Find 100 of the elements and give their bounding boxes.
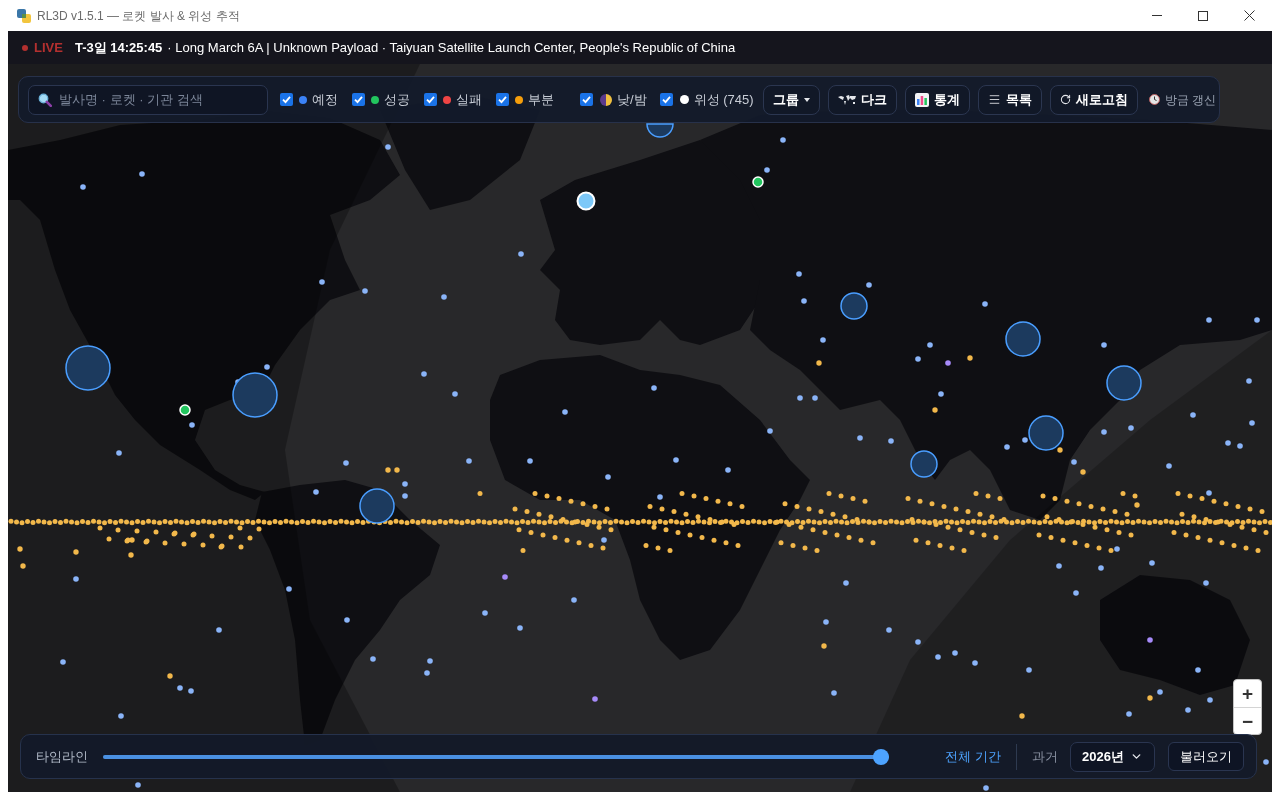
launch-marker[interactable] xyxy=(1073,590,1079,596)
cluster-marker[interactable] xyxy=(1028,415,1064,451)
launch-marker[interactable] xyxy=(286,586,292,592)
launch-marker[interactable] xyxy=(952,650,958,656)
checkbox[interactable] xyxy=(280,93,293,106)
launch-marker[interactable] xyxy=(866,282,872,288)
launch-marker[interactable] xyxy=(466,458,472,464)
launch-marker[interactable] xyxy=(482,610,488,616)
launch-marker[interactable] xyxy=(752,176,764,188)
cluster-marker[interactable] xyxy=(232,372,278,418)
satellite-marker[interactable] xyxy=(167,673,173,679)
launch-marker[interactable] xyxy=(796,271,802,277)
satellite-marker[interactable] xyxy=(17,546,23,552)
launch-marker[interactable] xyxy=(1126,711,1132,717)
checkbox[interactable] xyxy=(424,93,437,106)
launch-marker[interactable] xyxy=(812,395,818,401)
launch-marker[interactable] xyxy=(972,660,978,666)
satellite-marker[interactable] xyxy=(128,552,134,558)
launch-marker[interactable] xyxy=(571,597,577,603)
satellite-marker[interactable] xyxy=(385,467,391,473)
launch-marker[interactable] xyxy=(725,467,731,473)
launch-marker[interactable] xyxy=(562,409,568,415)
cluster-marker[interactable] xyxy=(1106,365,1142,401)
launch-marker[interactable] xyxy=(1022,437,1028,443)
launch-marker[interactable] xyxy=(820,337,826,343)
search-field[interactable]: 발사명 · 로켓 · 기관 검색 xyxy=(28,84,268,115)
launch-marker[interactable] xyxy=(651,385,657,391)
launch-marker[interactable] xyxy=(797,395,803,401)
launch-marker[interactable] xyxy=(1101,429,1107,435)
satellite-marker[interactable] xyxy=(394,467,400,473)
satellite-marker[interactable] xyxy=(1080,469,1086,475)
launch-marker[interactable] xyxy=(1004,444,1010,450)
launch-marker[interactable] xyxy=(1147,637,1153,643)
launch-marker[interactable] xyxy=(1149,560,1155,566)
launch-marker[interactable] xyxy=(319,279,325,285)
launch-marker[interactable] xyxy=(264,364,270,370)
launch-marker[interactable] xyxy=(982,301,988,307)
launch-marker[interactable] xyxy=(402,481,408,487)
checkbox[interactable] xyxy=(352,93,365,106)
launch-marker[interactable] xyxy=(592,696,598,702)
satellite-marker[interactable] xyxy=(73,549,79,555)
launch-marker[interactable] xyxy=(370,656,376,662)
cluster-marker[interactable] xyxy=(646,123,674,138)
zoom-in-button[interactable]: + xyxy=(1234,680,1261,707)
launch-marker[interactable] xyxy=(601,537,607,543)
timeline-slider[interactable] xyxy=(103,748,889,765)
year-select[interactable]: 2026년 xyxy=(1070,741,1155,772)
load-button[interactable]: 불러오기 xyxy=(1168,742,1244,771)
launch-marker[interactable] xyxy=(502,574,508,580)
launch-marker[interactable] xyxy=(452,391,458,397)
launch-marker[interactable] xyxy=(385,144,391,150)
launch-marker[interactable] xyxy=(116,450,122,456)
launch-marker[interactable] xyxy=(343,460,349,466)
launch-marker[interactable] xyxy=(915,356,921,362)
satellite-marker[interactable] xyxy=(1019,713,1025,719)
group-dropdown[interactable]: 그룹 xyxy=(762,84,820,115)
toolbar-button[interactable]: 통계 xyxy=(904,84,970,115)
launch-marker[interactable] xyxy=(983,785,989,791)
launch-marker[interactable] xyxy=(1190,412,1196,418)
launch-marker[interactable] xyxy=(1225,440,1231,446)
launch-marker[interactable] xyxy=(1101,342,1107,348)
satellite-marker[interactable] xyxy=(967,355,973,361)
launch-marker[interactable] xyxy=(1207,697,1213,703)
launch-marker[interactable] xyxy=(73,576,79,582)
launch-marker[interactable] xyxy=(938,391,944,397)
launch-marker[interactable] xyxy=(216,627,222,633)
launch-marker[interactable] xyxy=(915,639,921,645)
launch-marker[interactable] xyxy=(517,625,523,631)
all-period-link[interactable]: 전체 기간 xyxy=(945,746,1002,767)
launch-marker[interactable] xyxy=(1098,565,1104,571)
cluster-marker[interactable] xyxy=(359,488,395,524)
cluster-marker[interactable] xyxy=(65,345,111,391)
launch-marker[interactable] xyxy=(80,184,86,190)
launch-marker[interactable] xyxy=(1114,546,1120,552)
launch-marker[interactable] xyxy=(402,493,408,499)
slider-thumb[interactable] xyxy=(873,748,889,765)
launch-marker[interactable] xyxy=(527,458,533,464)
launch-marker[interactable] xyxy=(1128,425,1134,431)
satellite-marker[interactable] xyxy=(1147,695,1153,701)
launch-marker[interactable] xyxy=(1026,667,1032,673)
launch-marker[interactable] xyxy=(60,659,66,665)
launch-marker[interactable] xyxy=(1195,667,1201,673)
launch-marker[interactable] xyxy=(518,251,524,257)
launch-marker[interactable] xyxy=(424,670,430,676)
launch-marker[interactable] xyxy=(1263,759,1269,765)
launch-marker[interactable] xyxy=(139,171,145,177)
satellite-marker[interactable] xyxy=(20,563,26,569)
launch-marker[interactable] xyxy=(1203,580,1209,586)
launch-marker[interactable] xyxy=(1071,459,1077,465)
launch-marker[interactable] xyxy=(764,167,770,173)
launch-marker[interactable] xyxy=(843,580,849,586)
launch-marker[interactable] xyxy=(118,713,124,719)
launch-marker[interactable] xyxy=(1166,463,1172,469)
launch-marker[interactable] xyxy=(1254,317,1260,323)
launch-marker[interactable] xyxy=(831,690,837,696)
satellite-marker[interactable] xyxy=(821,643,827,649)
launch-marker[interactable] xyxy=(927,342,933,348)
launch-marker[interactable] xyxy=(1249,420,1255,426)
launch-marker[interactable] xyxy=(780,137,786,143)
launch-marker[interactable] xyxy=(441,294,447,300)
